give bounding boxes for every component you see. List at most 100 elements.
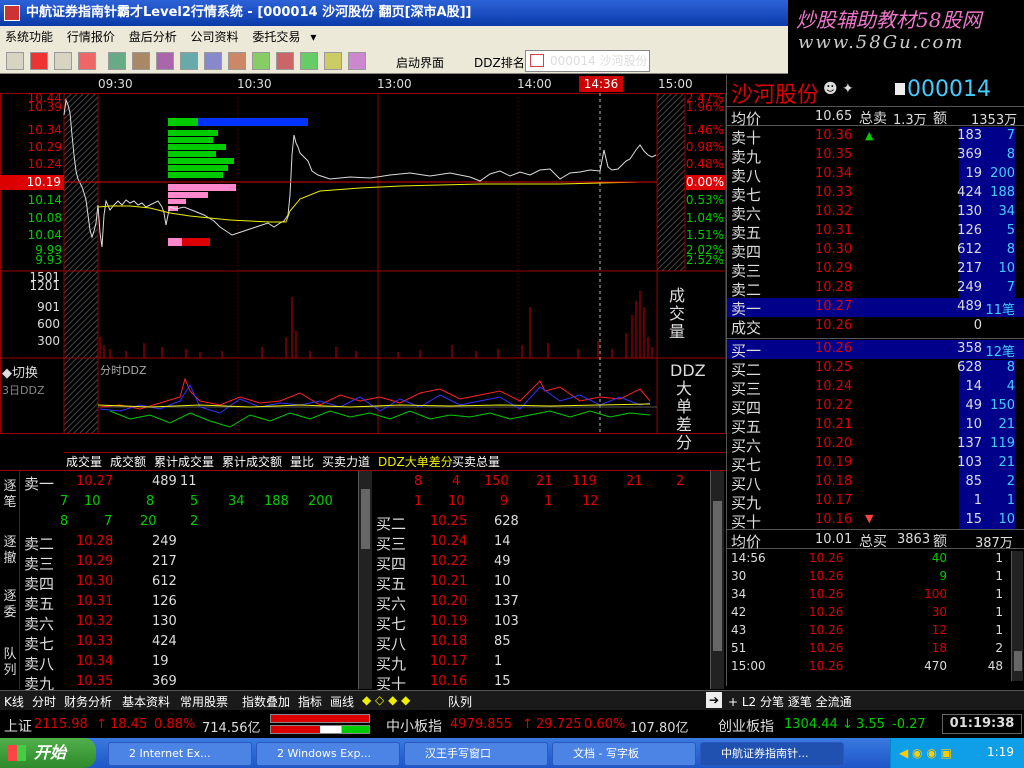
indicator-tabs: 成交量 成交额 累计成交量 累计成交额 量比 买卖力道 DDZ大单差分 买卖总量 [64,452,726,470]
avg-label: 均价 [731,110,762,128]
index-ticker: 上证 2115.98 ↑ 18.45 0.88% 714.56亿 中小板指 49… [0,712,1024,737]
ask-queue-scrollbar[interactable] [358,471,372,689]
taskbar-item-handwriting[interactable]: 汉王手写窗口 [404,742,548,766]
arrow-right-icon[interactable]: ➔ [706,692,722,708]
taskbar-item-compass[interactable]: 中航证券指南针... [700,742,844,766]
tab-buy-sell-force[interactable]: 买卖力道 [322,453,370,470]
ask-level-name: 卖十 [731,129,762,147]
queue-level-count: 11 [180,474,197,489]
toolbar-icon-9[interactable] [204,52,222,70]
menu-trade[interactable]: 委托交易 [247,30,305,44]
menu-analysis[interactable]: 盘后分析 [124,30,182,44]
queue-level-name: 卖三 [24,555,55,573]
ask-level-name: 卖九 [731,148,762,166]
l2-tabs[interactable]: + L2 分笔 逐笔 全流通 [728,693,852,710]
tick-price: 10.26 [809,587,844,601]
taskbar-item-wordpad[interactable]: 文档 - 写字板 [552,742,696,766]
tab-volume-ratio[interactable]: 量比 [290,453,314,470]
toolbar-icon-5[interactable] [108,52,126,70]
tab-favorites[interactable]: 常用股票 [180,693,228,710]
side-tab-orders[interactable]: 逐委 [0,589,22,621]
tick-time: 34 [731,587,747,601]
queue-panel: 逐笔 逐撤 逐委 队列 卖一 10.27 489 11 7 10 8 5 34 … [0,470,726,693]
ask-level-price: 10.31 [815,223,853,238]
intraday-chart[interactable] [0,75,726,453]
toolbar-icon-13[interactable] [300,52,318,70]
side-tab-trades[interactable]: 逐笔 [0,479,22,511]
tab-cum-volume[interactable]: 累计成交量 [154,453,214,470]
gem-index: 1304.44 [784,717,838,732]
queue-level-price: 10.17 [430,654,468,669]
tab-amount[interactable]: 成交额 [110,453,146,470]
tab-total-volume[interactable]: 买卖总量 [452,453,500,470]
tab-drawing[interactable]: 画线 [330,693,354,710]
tab-basic-info[interactable]: 基本资料 [122,693,170,710]
ask-level-name: 卖八 [731,167,762,185]
toolbar-icon-6[interactable] [132,52,150,70]
menu-quotes[interactable]: 行情报价 [62,30,120,44]
sh-amount: 714.56亿 [202,721,261,736]
menu-more-icon[interactable]: ▾ [305,30,321,44]
toolbar-icon-3[interactable] [54,52,72,70]
ask-level-row: 卖三 10.29 217 10 [727,260,1024,280]
down-arrow-icon: ▼ [865,512,874,525]
bid-level-name: 买九 [731,494,762,512]
bid-level-row: 买六 10.20 137 119 [727,435,1024,455]
toolbar-icon-10[interactable] [228,52,246,70]
tick-time: 42 [731,605,747,619]
time-label: 15:00 [658,77,693,91]
tab-financial[interactable]: 财务分析 [64,693,112,710]
start-screen-button[interactable]: 启动界面 [396,54,444,71]
pct-axis-label: 0.98% [685,140,724,154]
scroll-thumb[interactable] [713,501,722,651]
tab-timeshare[interactable]: 分时 [32,693,56,710]
queue-order: 20 [140,514,157,529]
tick-row: 51 10.26 18 2 [727,641,1024,659]
menu-system[interactable]: 系统功能 [0,30,58,44]
stock-tag-icon: ☻ ✦ [823,81,854,97]
stock-tab[interactable]: 000014 沙河股份 [525,50,650,72]
pct-axis-label: 2.52% [685,253,724,267]
post-close-hatch [657,93,685,271]
tab-indicator[interactable]: 指标 [298,693,322,710]
taskbar-item-explorer[interactable]: 2 Windows Exp... [256,742,400,766]
toolbar-icon-14[interactable] [324,52,342,70]
tick-scrollbar[interactable] [1011,551,1023,681]
quote-panel: 沙河股份 ☻ ✦ 000014 均价 10.65 总卖 1.3万 额 1353万… [726,75,1024,686]
tick-time: 43 [731,623,747,637]
gem-pct: -0.27 [892,717,926,732]
toolbar-icon-15[interactable] [348,52,366,70]
toolbar-icon-11[interactable] [252,52,270,70]
tab-ddz[interactable]: DDZ大单差分 [378,453,453,470]
scroll-thumb[interactable] [1014,651,1022,671]
taskbar-item-ie[interactable]: 2 Internet Ex... [108,742,252,766]
toolbar-icon-8[interactable] [180,52,198,70]
scroll-thumb[interactable] [361,489,370,549]
queue-level-volume: 369 [152,674,177,689]
bid-queue-scrollbar[interactable] [710,471,724,689]
tick-row: 15:00 10.26 470 48 [727,659,1024,677]
side-tab-cancels[interactable]: 逐撤 [0,535,22,567]
ask-level-name: 卖四 [731,243,762,261]
tab-index-overlay[interactable]: 指数叠加 [242,693,290,710]
sh-label: 上证 [4,719,32,735]
phone-icon[interactable] [78,52,96,70]
toolbar-icon-7[interactable] [156,52,174,70]
queue-level-volume: 10 [494,574,511,589]
tick-volume: 18 [931,641,947,655]
tab-kline[interactable]: K线 [4,693,24,710]
toolbar: 启动界面 DDZ排名 [0,48,788,74]
menu-company[interactable]: 公司资料 [186,30,244,44]
ddz-rank-button[interactable]: DDZ排名 [474,54,525,71]
tab-queue[interactable]: 队列 [448,693,472,710]
alert-icon[interactable] [30,52,48,70]
toolbar-icon-1[interactable] [6,52,24,70]
switch-button[interactable]: ◆切换 [2,362,38,381]
toolbar-icon-12[interactable] [276,52,294,70]
start-button[interactable]: 开始 [0,738,96,768]
diamond-icons[interactable]: ◆ ◇ ◆ ◆ [362,693,410,707]
tab-cum-amount[interactable]: 累计成交额 [222,453,282,470]
tab-volume[interactable]: 成交量 [66,453,102,470]
side-tab-queue[interactable]: 队列 [0,647,22,679]
tray-icons[interactable]: ◀ ◉ ◉ ▣ [899,746,952,760]
